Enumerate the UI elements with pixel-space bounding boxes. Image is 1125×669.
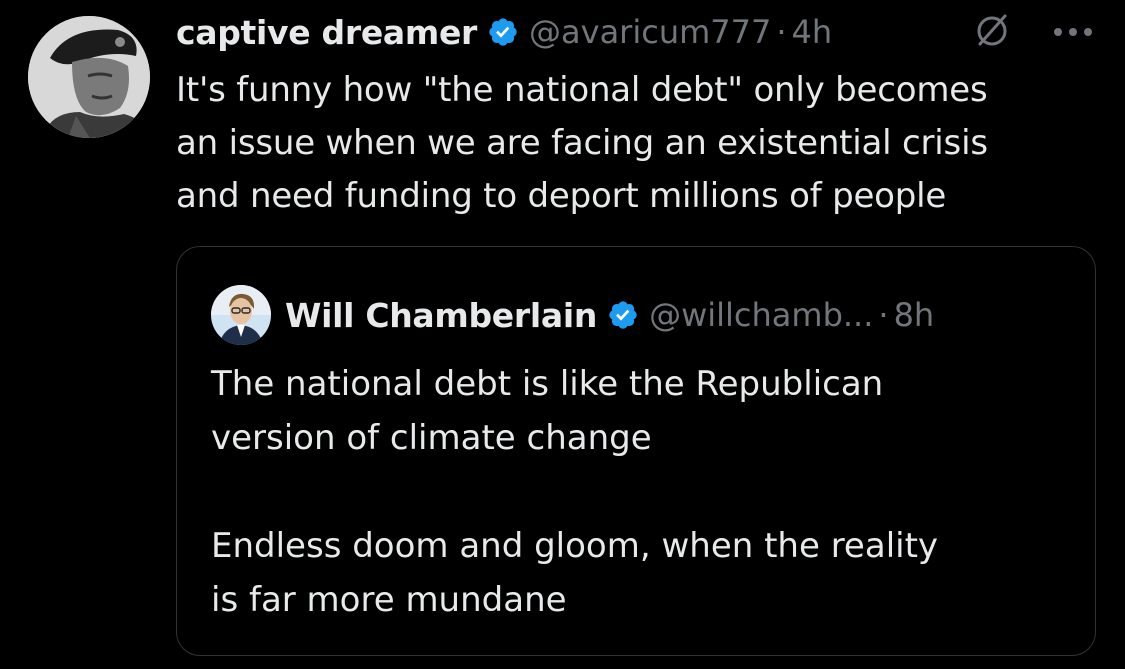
quoted-tweet-timestamp[interactable]: 8h xyxy=(894,296,935,334)
quoted-author-display-name[interactable]: Will Chamberlain xyxy=(285,296,597,335)
tweet-header: captive dreamer @avaricum777 · 4h xyxy=(176,6,1105,58)
tweet-timestamp[interactable]: 4h xyxy=(792,13,833,51)
verified-badge-icon[interactable] xyxy=(487,16,519,48)
quoted-text-line: is far more mundane xyxy=(211,580,567,620)
more-options-icon[interactable] xyxy=(1048,10,1098,50)
tweet-text-line: and need funding to deport millions of p… xyxy=(176,176,947,216)
quoted-author-handle[interactable]: @willchamb... xyxy=(649,296,873,334)
author-display-name[interactable]: captive dreamer xyxy=(176,13,477,52)
meta-separator: · xyxy=(776,13,787,51)
quoted-author-avatar[interactable] xyxy=(211,285,271,345)
tweet-text-line: It's funny how "the national debt" only … xyxy=(176,70,988,110)
author-avatar[interactable] xyxy=(28,16,150,138)
tweet-text-line: an issue when we are facing an existenti… xyxy=(176,123,988,163)
quoted-text-line: version of climate change xyxy=(211,418,652,458)
tweet-text: It's funny how "the national debt" only … xyxy=(176,64,1106,223)
grok-icon[interactable] xyxy=(972,10,1012,50)
quoted-text-line: Endless doom and gloom, when the reality xyxy=(211,526,939,566)
quoted-text-line: The national debt is like the Republican xyxy=(211,364,884,404)
quoted-tweet-card[interactable]: Will Chamberlain @willchamb... · 8h The … xyxy=(176,246,1096,656)
meta-separator: · xyxy=(878,296,889,334)
quoted-tweet-header: Will Chamberlain @willchamb... · 8h xyxy=(211,285,934,345)
quoted-tweet-text: The national debt is like the Republican… xyxy=(211,357,1071,627)
verified-badge-icon[interactable] xyxy=(607,299,639,331)
author-handle[interactable]: @avaricum777 xyxy=(529,13,771,51)
